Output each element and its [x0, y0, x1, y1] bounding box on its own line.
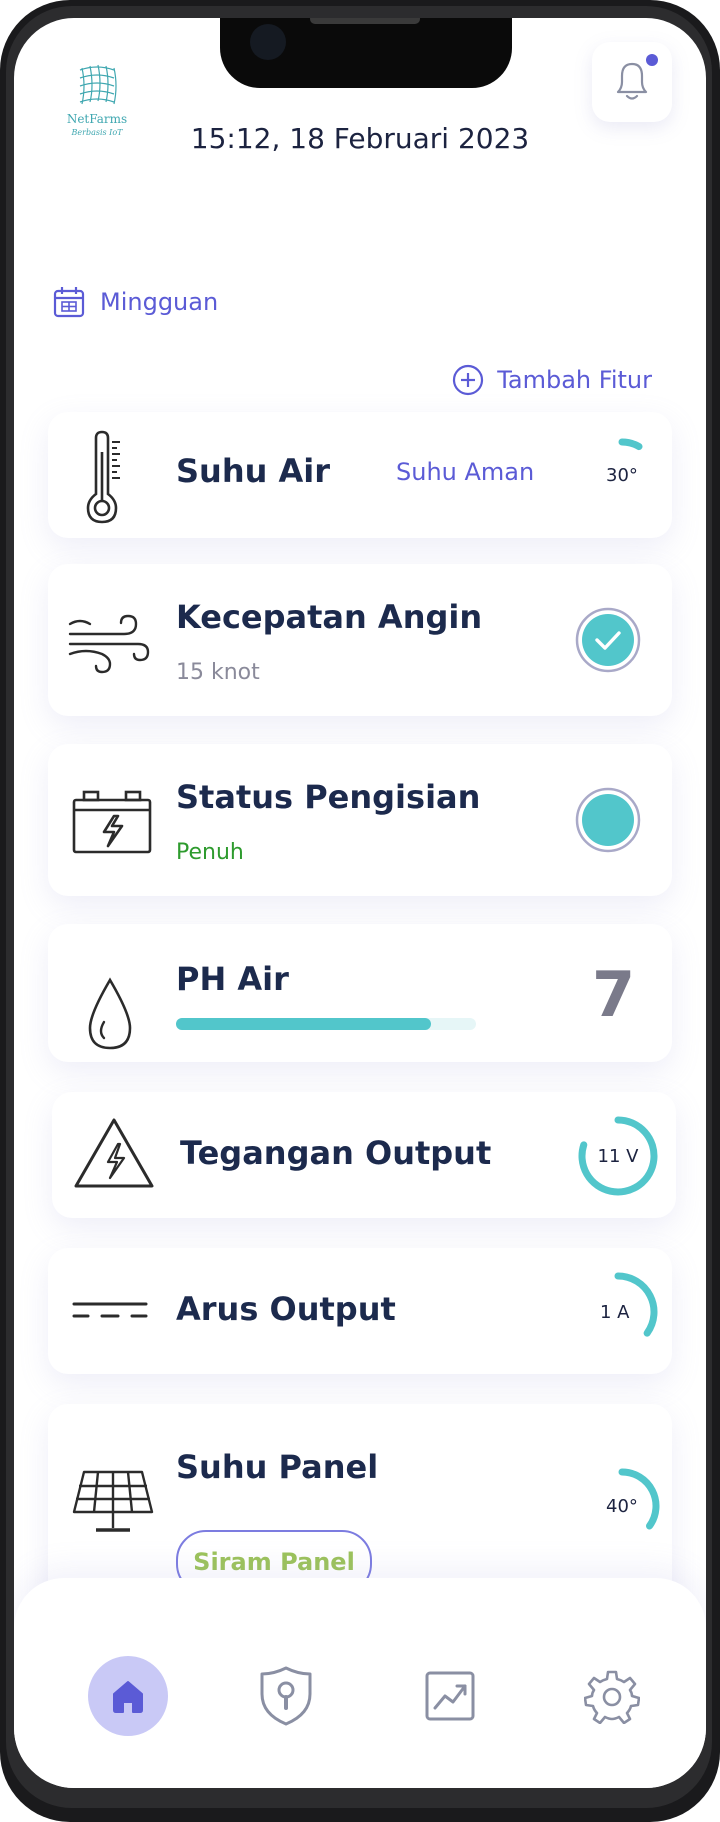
- battery-charging-icon: [70, 788, 154, 862]
- panel-temp-value: 40°: [606, 1496, 638, 1517]
- panel-temp-gauge: 40°: [606, 1468, 660, 1530]
- plus-circle-icon: [453, 364, 484, 396]
- gauge-arc: [618, 438, 643, 451]
- home-icon: [113, 1681, 143, 1713]
- direct-current-icon: [70, 1298, 150, 1326]
- chart-icon: [425, 1671, 475, 1721]
- add-feature-label: Tambah Fitur: [497, 366, 652, 394]
- water-temp-status: Suhu Aman: [396, 458, 535, 486]
- card-water-ph[interactable]: PH Air 7: [48, 924, 672, 1062]
- card-title: Suhu Air: [176, 452, 331, 490]
- datetime-text: 15:12, 18 Februari 2023: [190, 122, 530, 155]
- phone-frame: NetFarms Berbasis IoT 15:12, 18 Februari…: [0, 0, 720, 1822]
- current-value: 1 A: [600, 1302, 630, 1323]
- nav-security[interactable]: [246, 1656, 326, 1736]
- card-output-current[interactable]: Arus Output 1 A: [48, 1248, 672, 1374]
- ph-value: 7: [592, 958, 636, 1031]
- calendar-icon: [53, 287, 85, 318]
- card-charging-status[interactable]: Status Pengisian Penuh: [48, 744, 672, 896]
- solar-panel-icon: [70, 1468, 156, 1540]
- notification-dot: [646, 54, 658, 66]
- ph-bar-track: [176, 1018, 476, 1030]
- card-title: Arus Output: [176, 1290, 396, 1328]
- nav-home[interactable]: [88, 1656, 168, 1736]
- status-indicator[interactable]: [574, 786, 642, 854]
- front-camera: [250, 24, 286, 60]
- card-title: Tegangan Output: [180, 1134, 492, 1172]
- check-indicator[interactable]: [574, 606, 642, 674]
- current-gauge: 1 A: [600, 1272, 658, 1337]
- net-logo-icon: [79, 64, 117, 105]
- notification-button[interactable]: [592, 42, 672, 122]
- bell-icon: [616, 62, 648, 100]
- settings-icon: [584, 1670, 640, 1724]
- nav-analytics[interactable]: [410, 1656, 490, 1736]
- card-title: PH Air: [176, 960, 289, 998]
- period-label: Mingguan: [100, 288, 219, 316]
- thermometer-icon: [72, 430, 132, 530]
- water-temp-gauge: 30°: [606, 438, 643, 486]
- add-feature-button[interactable]: Tambah Fitur: [451, 360, 652, 400]
- card-title: Suhu Panel: [176, 1448, 379, 1486]
- card-title: Kecepatan Angin: [176, 598, 483, 636]
- water-temp-value: 30°: [606, 465, 638, 486]
- period-selector[interactable]: Mingguan: [52, 282, 218, 322]
- voltage-value: 11 V: [598, 1146, 640, 1167]
- card-water-temperature[interactable]: Suhu Air Suhu Aman 30°: [48, 412, 672, 538]
- speaker: [310, 18, 420, 24]
- wind-icon: [66, 608, 152, 682]
- bottom-navigation: [14, 1578, 706, 1788]
- voltage-gauge: 11 V: [578, 1116, 658, 1196]
- shield-icon: [260, 1666, 312, 1726]
- card-wind-speed[interactable]: Kecepatan Angin 15 knot: [48, 564, 672, 716]
- card-title: Status Pengisian: [176, 778, 481, 816]
- ph-bar-fill: [176, 1018, 431, 1030]
- notch: [220, 18, 512, 88]
- charging-status-text: Penuh: [176, 840, 244, 865]
- card-output-voltage[interactable]: Tegangan Output 11 V: [52, 1092, 676, 1218]
- nav-settings[interactable]: [572, 1656, 652, 1736]
- high-voltage-icon: [72, 1114, 156, 1198]
- water-drop-icon: [84, 976, 136, 1056]
- app-screen: NetFarms Berbasis IoT 15:12, 18 Februari…: [14, 18, 706, 1788]
- wind-speed-value: 15 knot: [176, 660, 260, 685]
